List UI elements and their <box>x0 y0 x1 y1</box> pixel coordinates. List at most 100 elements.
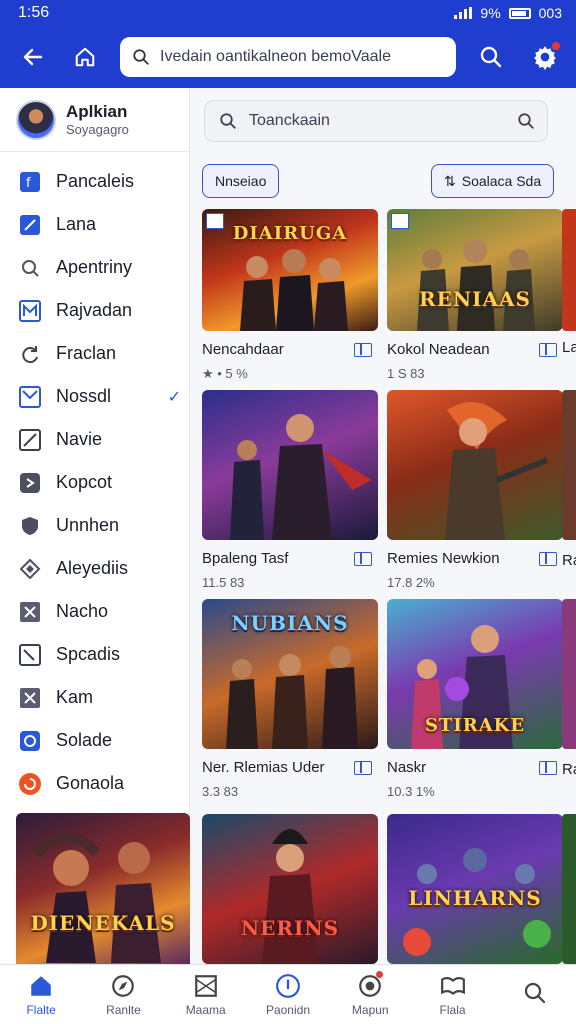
book-icon <box>440 976 465 995</box>
home-icon <box>75 47 95 67</box>
clock-square-icon <box>18 729 42 753</box>
game-card[interactable]: DIAIRUGA Nencahdaar ★ • 5 % <box>202 209 378 382</box>
sidebar-item[interactable]: Unnhen <box>0 504 189 547</box>
tab-map[interactable]: Mapun <box>330 970 410 1017</box>
battery-icon <box>508 7 531 19</box>
game-card[interactable]: Remies Newkion 17.8 2% <box>387 390 563 590</box>
promo-banner[interactable]: DIENEKALS <box>16 813 190 964</box>
arrow-left-icon <box>23 48 43 66</box>
card-title: Kokol Neadean <box>387 341 490 358</box>
sidebar-item[interactable]: Spcadis <box>0 633 189 676</box>
card-art-title: DIAIRUGA <box>232 223 348 244</box>
filter-chip[interactable]: Nnseiao <box>202 164 280 198</box>
pencil-square-icon <box>18 213 42 237</box>
game-thumbnail: NERINS <box>202 814 378 964</box>
sidebar-item[interactable]: Fraclan <box>0 332 189 375</box>
sidebar-item[interactable]: Kopcot <box>0 461 189 504</box>
tab-search[interactable] <box>495 981 575 1009</box>
top-search-bar[interactable]: Ivedain oantikalneon bemoVaale <box>120 37 456 77</box>
search-icon <box>518 113 534 129</box>
gear-leaf-icon <box>18 256 42 280</box>
x-box-icon <box>18 686 42 710</box>
sidebar-item[interactable]: Rajvadan <box>0 289 189 332</box>
card-title: Remies Newkion <box>387 550 500 567</box>
sidebar-item[interactable]: f Pancaleis <box>0 160 189 203</box>
game-thumbnail: LINHARNS <box>387 814 563 964</box>
book-icon <box>354 760 372 775</box>
game-thumbnail <box>387 390 563 540</box>
profile-subtitle: Soyagagro <box>66 122 129 137</box>
warrior-art <box>32 833 161 963</box>
signal-icon <box>454 7 473 19</box>
game-thumbnail: STIRAKE <box>387 599 563 749</box>
sort-chip[interactable]: ⇅ Soalaca Sda <box>431 164 555 198</box>
game-thumbnail: DIAIRUGA <box>202 209 378 331</box>
card-meta: 10.3 1% <box>387 784 435 799</box>
avatar <box>16 99 56 140</box>
tab-media[interactable]: Maama <box>166 973 246 1017</box>
back-button[interactable] <box>12 36 54 78</box>
book-icon <box>354 551 372 566</box>
checkmark-icon: ✓ <box>167 388 181 406</box>
search-icon <box>480 46 502 68</box>
home-icon <box>31 975 51 996</box>
sidebar-item[interactable]: Apentriny <box>0 246 189 289</box>
card-title: Bpaleng Tasf <box>202 550 289 567</box>
game-card[interactable]: NERINS <box>202 814 378 964</box>
content-search-placeholder: Toanckaain <box>249 112 330 129</box>
sidebar-item[interactable]: Lana <box>0 203 189 246</box>
banner-title: DIENEKALS <box>30 911 176 935</box>
sidebar-item[interactable]: Gonaola <box>0 762 189 805</box>
card-art-title: LINHARNS <box>408 886 542 910</box>
card-meta: 1 S 83 <box>387 366 425 381</box>
card-art-title: NERINS <box>240 916 340 940</box>
sidebar-item[interactable]: Aleyediis <box>0 547 189 590</box>
profile-header[interactable]: Aplkian Soyagagro <box>0 88 189 152</box>
partial-thumb <box>562 814 576 964</box>
sidebar: Aplkian Soyagagro f Pancaleis Lana Apentr… <box>0 88 190 964</box>
image-icon <box>194 974 217 997</box>
sidebar-item[interactable]: Nacho <box>0 590 189 633</box>
info-circle-icon <box>276 973 300 998</box>
notification-dot <box>552 42 560 50</box>
settings-button[interactable] <box>524 36 566 78</box>
game-card[interactable]: NUBIANS Ner. Rlemias Uder 3.3 83 <box>202 599 378 799</box>
content-search-input[interactable]: Toanckaain <box>204 100 548 142</box>
game-card[interactable]: RENIAAS Kokol Neadean 1 S 83 <box>387 209 563 381</box>
f-square-icon: f <box>18 170 42 194</box>
sidebar-item[interactable]: Navie <box>0 418 189 461</box>
envelope-square-icon <box>18 385 42 409</box>
sidebar-item[interactable]: Solade <box>0 719 189 762</box>
game-card[interactable]: STIRAKE Naskr 10.3 1% <box>387 599 563 799</box>
crossed-square-icon <box>18 428 42 452</box>
sidebar-item[interactable]: Kam <box>0 676 189 719</box>
game-card[interactable]: Bpaleng Tasf 11.5 83 <box>202 390 378 590</box>
sidebar-nav: f Pancaleis Lana Apentriny Rajvadan Fracl… <box>0 152 189 805</box>
card-title: Naskr <box>387 759 427 776</box>
card-art-title: RENIAAS <box>419 287 531 311</box>
card-meta: ★ • 5 % <box>202 366 248 381</box>
tab-info[interactable]: Paonidn <box>248 973 328 1017</box>
status-bar: 1:56 9% 003 <box>0 0 576 26</box>
tab-explore[interactable]: Ranlte <box>83 973 163 1017</box>
characters-art <box>417 239 535 331</box>
book-icon <box>539 760 557 775</box>
game-card[interactable]: LINHARNS <box>387 814 563 964</box>
filter-icon: ⇅ <box>444 172 456 189</box>
notification-dot <box>376 970 384 978</box>
characters-art <box>262 829 318 964</box>
tab-home[interactable]: Flalte <box>1 973 81 1017</box>
refresh-icon <box>18 342 42 366</box>
check-square-icon <box>18 643 42 667</box>
orange-circle-icon <box>18 772 42 796</box>
sidebar-item[interactable]: Nossdl ✓ <box>0 375 189 418</box>
partial-thumb <box>562 209 576 331</box>
book-icon <box>354 342 372 357</box>
characters-art <box>230 414 372 540</box>
game-thumbnail <box>202 390 378 540</box>
search-icon <box>133 49 149 65</box>
home-button[interactable] <box>64 36 106 78</box>
card-meta: 11.5 83 <box>202 575 245 590</box>
search-button[interactable] <box>470 36 512 78</box>
tab-library[interactable]: Flala <box>413 973 493 1017</box>
